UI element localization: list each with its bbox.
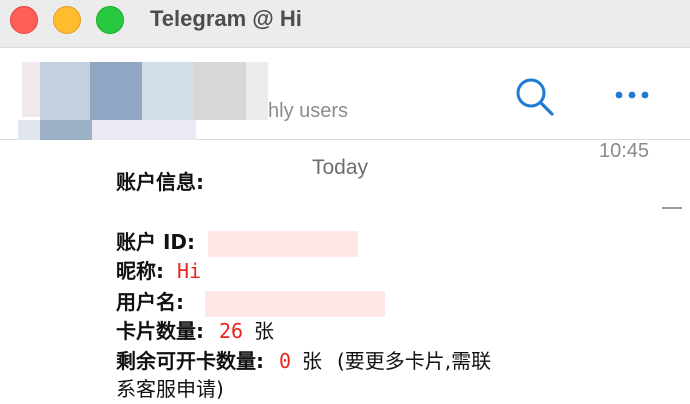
more-icon[interactable] [612,84,652,106]
remaining-value: 0 [278,349,292,373]
remaining-line: 剩余可开卡数量: 0 张 (要更多卡片,需联 [116,346,491,376]
nickname-label: 昵称: [116,259,164,283]
search-icon[interactable] [514,76,556,118]
cards-label: 卡片数量: [116,319,204,343]
date-separator: Today [312,156,369,179]
remaining-unit: 张 [301,349,322,373]
cards-unit: 张 [254,319,275,343]
zoom-window-button[interactable] [96,6,124,34]
remaining-note-line2: 系客服申请) [116,377,224,401]
account-id-line: 账户 ID: [116,227,358,257]
username-label: 用户名: [116,290,184,314]
account-id-label: 账户 ID: [116,230,196,254]
message-heading: 账户信息: [116,170,204,194]
close-window-button[interactable] [10,6,38,34]
account-id-redacted [207,230,358,257]
chat-subtitle: hly users [268,100,349,122]
message-time: 10:45 [599,140,650,162]
window-title: Telegram @ Hi [150,6,302,31]
cards-value: 26 [218,319,244,343]
window-titlebar: Telegram @ Hi [0,0,690,48]
remaining-note-line1: (要更多卡片,需联 [336,349,492,373]
message-area: Today 10:45 账户信息: 账户 ID: 昵称: Hi 用户名: 卡片数… [0,140,690,403]
nickname-line: 昵称: Hi [116,256,201,286]
nickname-value: Hi [176,259,202,283]
cards-line: 卡片数量: 26 张 [116,316,274,346]
username-line: 用户名: [116,287,385,317]
collapse-dash-icon[interactable] [662,207,682,209]
minimize-window-button[interactable] [53,6,81,34]
username-redacted [204,290,385,317]
remaining-label: 剩余可开卡数量: [116,349,264,373]
